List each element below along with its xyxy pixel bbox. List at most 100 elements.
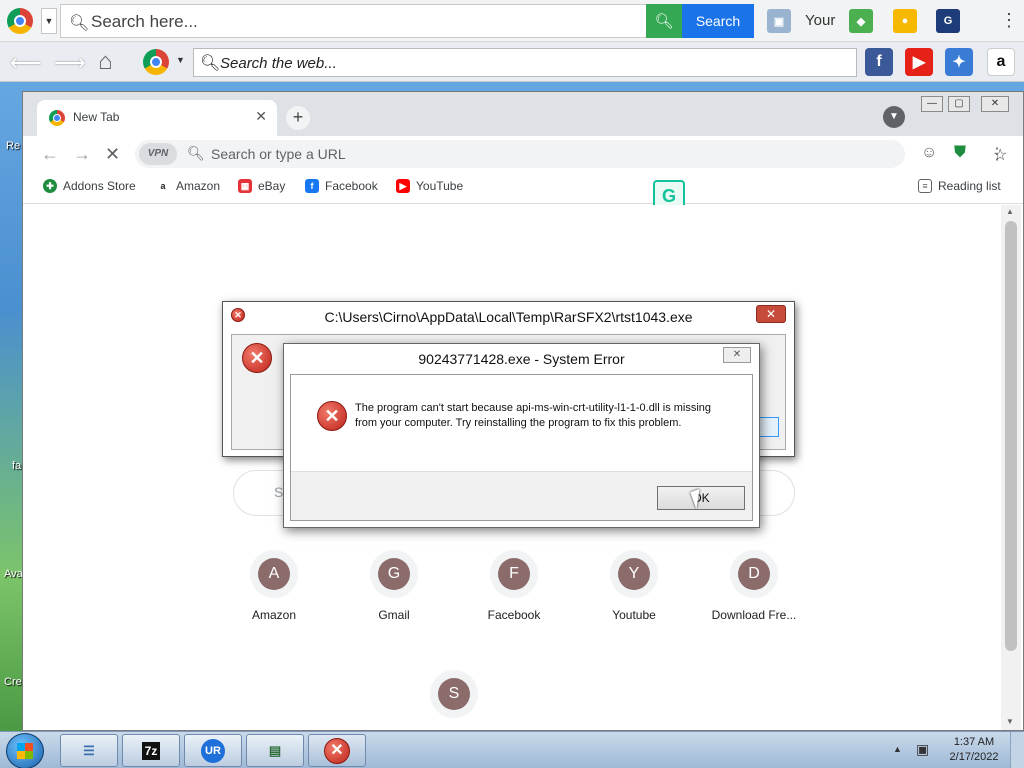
chevron-down-icon[interactable]: ▼: [41, 8, 57, 34]
dialog-body: ✕ The program can't start because api-ms…: [290, 374, 753, 521]
maximize-button[interactable]: ▢: [948, 96, 970, 112]
new-tab-button[interactable]: +: [286, 106, 310, 130]
close-button[interactable]: ✕: [723, 347, 751, 363]
bookmark-ebay[interactable]: ▦ eBay: [238, 179, 285, 193]
navigation-bar: ← → ✕ VPN 🔍︎ ☆ ☺ ⛊ ⋮: [23, 136, 1023, 172]
clock-date: 2/17/2022: [949, 751, 999, 763]
shortcut-tile: Y: [610, 550, 658, 598]
clock[interactable]: 1:37 AM 2/17/2022: [946, 735, 1002, 765]
chevron-down-icon[interactable]: ▼: [176, 55, 185, 65]
forward-arrow-icon[interactable]: ⟶: [54, 50, 86, 76]
more-menu-icon[interactable]: ⋮: [1000, 10, 1018, 31]
youtube-icon: ▶: [396, 179, 410, 193]
shortcut-amazon[interactable]: A Amazon: [229, 550, 319, 622]
host-toolbar-top: ▼ 🔍︎ 🔍︎ Search ▣ Your ◆ ● G ⋮: [0, 0, 1024, 42]
chrome-icon[interactable]: [7, 8, 33, 34]
tab-new-tab[interactable]: New Tab ✕: [37, 100, 277, 136]
shortcut-letter: S: [438, 678, 470, 710]
tray-expand-icon[interactable]: ▲: [893, 744, 902, 754]
bookmarks-bar: ✚ Addons Store a Amazon ▦ eBay f Faceboo…: [23, 172, 1023, 204]
maps-icon[interactable]: ◆: [849, 9, 873, 33]
bookmark-facebook[interactable]: f Facebook: [305, 179, 378, 193]
bookmark-amazon[interactable]: a Amazon: [156, 179, 220, 193]
facebook-icon[interactable]: f: [865, 48, 893, 76]
omnibox-input[interactable]: [211, 144, 851, 164]
desktop-icon-label[interactable]: Re: [6, 140, 20, 152]
web-search-input[interactable]: [220, 53, 840, 73]
host-search-input[interactable]: [91, 11, 641, 33]
home-icon[interactable]: ⌂: [98, 48, 113, 76]
forward-arrow-icon[interactable]: →: [73, 144, 91, 165]
your-label[interactable]: Your: [805, 12, 835, 29]
close-window-button[interactable]: ✕: [981, 96, 1009, 112]
shortcut-label: Amazon: [251, 608, 297, 622]
host-search-box: 🔍︎: [60, 4, 650, 38]
chrome-favicon-icon: [49, 110, 65, 126]
shortcut-facebook[interactable]: F Facebook: [469, 550, 559, 622]
shortcut-gmail[interactable]: G Gmail: [349, 550, 439, 622]
scrollbar-thumb[interactable]: [1005, 221, 1017, 651]
desktop-icon-label[interactable]: fa: [12, 460, 21, 472]
shortcut-letter: F: [498, 558, 530, 590]
scroll-down-icon[interactable]: ▼: [1006, 717, 1014, 726]
shortcut-tile: F: [490, 550, 538, 598]
bookmark-label: Amazon: [176, 179, 221, 193]
shortcut-label: Youtube: [612, 608, 656, 622]
network-icon[interactable]: ▣: [916, 741, 929, 758]
more-menu-icon[interactable]: ⋮: [989, 144, 1005, 164]
close-icon[interactable]: ✕: [255, 108, 267, 125]
task-list-icon[interactable]: ☰: [60, 734, 118, 767]
shortcut-label: Download Fre...: [711, 608, 797, 622]
bookmark-youtube[interactable]: ▶ YouTube: [396, 179, 463, 193]
error-icon: ✕: [317, 401, 347, 431]
taskbar: ☰ 7z UR ▤ ✕ ▲ ▣ 1:37 AM 2/17/2022: [0, 731, 1024, 768]
shortcut-label: Gmail: [378, 608, 410, 622]
shield-icon[interactable]: ⛊: [954, 144, 966, 162]
stop-icon[interactable]: ✕: [105, 144, 120, 165]
bookmark-label: YouTube: [416, 179, 464, 193]
amazon-icon[interactable]: a: [987, 48, 1015, 76]
ok-button[interactable]: [757, 417, 779, 437]
bookmark-label: Facebook: [325, 179, 378, 193]
chrome-icon[interactable]: [143, 49, 169, 75]
scrollbar[interactable]: ▲ ▼: [1001, 205, 1021, 730]
shortcut-label: Facebook: [487, 608, 541, 622]
minimize-button[interactable]: —: [921, 96, 943, 112]
error-app-icon[interactable]: ✕: [308, 734, 366, 767]
desktop-icon-label[interactable]: Cre: [4, 676, 22, 688]
host-search-button[interactable]: 🔍︎ Search: [646, 4, 754, 38]
shortcut-tile: G: [370, 550, 418, 598]
show-desktop-button[interactable]: [1010, 732, 1024, 768]
web-search-box: 🔍︎: [193, 48, 857, 77]
bookmark-addons-store[interactable]: ✚ Addons Store: [43, 179, 136, 193]
shortcut-extra[interactable]: S: [409, 670, 499, 718]
scroll-up-icon[interactable]: ▲: [1006, 207, 1014, 216]
shortcut-tile: A: [250, 550, 298, 598]
shortcut-letter: D: [738, 558, 770, 590]
vpn-badge[interactable]: VPN: [139, 143, 177, 165]
reading-list-button[interactable]: ≡ Reading list: [918, 179, 1001, 193]
window-app-icon[interactable]: ▤: [246, 734, 304, 767]
7zip-icon[interactable]: 7z: [122, 734, 180, 767]
tab-search-icon[interactable]: ▼: [883, 106, 905, 128]
back-arrow-icon[interactable]: ⟵: [10, 50, 42, 76]
profile-icon[interactable]: ☺: [921, 144, 937, 162]
amazon-icon: a: [156, 179, 170, 193]
youtube-icon[interactable]: ▶: [905, 48, 933, 76]
map-book-icon[interactable]: ▣: [767, 9, 791, 33]
back-arrow-icon[interactable]: ←: [41, 144, 59, 165]
shortcut-download[interactable]: D Download Fre...: [709, 550, 799, 622]
location-pin-icon[interactable]: ●: [893, 9, 917, 33]
reading-list-icon: ≡: [918, 179, 932, 193]
g-app-icon[interactable]: G: [936, 9, 960, 33]
desktop-icon-label[interactable]: Ava: [4, 568, 23, 580]
page-search-letter: S: [274, 484, 284, 500]
shortcut-youtube[interactable]: Y Youtube: [589, 550, 679, 622]
gamepad-icon[interactable]: ✦: [945, 48, 973, 76]
host-toolbar-bottom: ⟵ ⟶ ⌂ ▼ 🔍︎ f ▶ ✦ a: [0, 42, 1024, 82]
close-button[interactable]: ✕: [756, 305, 786, 323]
ur-browser-icon[interactable]: UR: [184, 734, 242, 767]
system-error-dialog: 90243771428.exe - System Error ✕ ✕ The p…: [283, 343, 760, 528]
search-icon: 🔍︎: [69, 15, 90, 32]
start-button[interactable]: [6, 733, 44, 768]
